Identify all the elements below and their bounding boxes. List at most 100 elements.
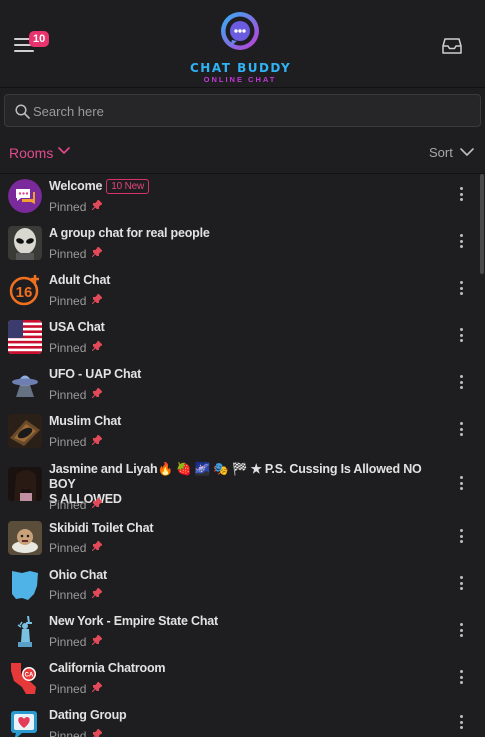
more-options-icon[interactable] <box>458 234 464 250</box>
toilet-avatar <box>8 521 42 555</box>
room-title: California Chatroom <box>49 661 166 675</box>
pinned-label: Pinned <box>49 341 87 355</box>
pinned-status: Pinned <box>49 200 103 214</box>
search-bar <box>4 94 481 127</box>
rooms-dropdown[interactable]: Rooms <box>9 145 53 161</box>
chevron-down-icon[interactable] <box>460 148 474 157</box>
room-title: Skibidi Toilet Chat <box>49 521 154 535</box>
california-map-icon: CA <box>8 661 42 695</box>
room-item[interactable]: CA California Chatroom Pinned <box>0 660 478 706</box>
heart-chat-icon <box>8 708 42 737</box>
pinned-status: Pinned <box>49 247 103 261</box>
pinned-label: Pinned <box>49 729 87 737</box>
room-item[interactable]: Skibidi Toilet Chat Pinned <box>0 519 478 565</box>
more-options-icon[interactable] <box>458 670 464 686</box>
ohio-map-icon <box>8 568 42 602</box>
room-title: A group chat for real people <box>49 226 210 240</box>
room-item[interactable]: New York - Empire State Chat Pinned <box>0 613 478 659</box>
sixteen-plus-icon: 16 <box>8 273 42 307</box>
pinned-label: Pinned <box>49 200 87 214</box>
notification-badge: 10 <box>29 31 50 47</box>
pinned-status: Pinned <box>49 294 103 308</box>
pin-icon <box>92 388 103 398</box>
search-input[interactable] <box>33 101 463 121</box>
sort-button[interactable]: Sort <box>429 145 453 160</box>
room-title: Ohio Chat <box>49 568 107 582</box>
pin-icon <box>92 635 103 645</box>
room-list: Welcome 10 New Pinned A group chat for re… <box>0 174 485 737</box>
pinned-label: Pinned <box>49 635 87 649</box>
more-options-icon[interactable] <box>458 422 464 438</box>
alien-face-avatar <box>8 226 42 260</box>
more-options-icon[interactable] <box>458 529 464 545</box>
chat-bubbles-icon <box>8 179 42 213</box>
pinned-status: Pinned <box>49 341 103 355</box>
pinned-label: Pinned <box>49 247 87 261</box>
room-item[interactable]: 16 Adult Chat Pinned <box>0 268 478 314</box>
pin-icon <box>92 682 103 692</box>
new-messages-badge: 10 New <box>106 179 149 194</box>
room-title: Jasmine and Liyah🔥 🍓 🌌 🎭 🏁 ★ P.S. Cussin… <box>49 462 422 491</box>
room-title: Muslim Chat <box>49 414 122 428</box>
pinned-status: Pinned <box>49 541 103 555</box>
prayer-mat-avatar <box>8 414 42 448</box>
app-header: 10 CHAT BUDDY ONLINE CHAT <box>0 0 485 88</box>
room-title: USA Chat <box>49 320 105 334</box>
inbox-icon[interactable] <box>442 37 462 55</box>
pinned-status: Pinned <box>49 635 103 649</box>
room-item[interactable]: USA Chat Pinned <box>0 315 478 361</box>
statue-of-liberty-icon <box>8 614 42 648</box>
pinned-status: Pinned <box>49 729 103 737</box>
pinned-label: Pinned <box>49 294 87 308</box>
pinned-label: Pinned <box>49 588 87 602</box>
app-logo: CHAT BUDDY ONLINE CHAT <box>190 10 290 84</box>
room-title: UFO - UAP Chat <box>49 367 142 381</box>
pin-icon <box>92 435 103 445</box>
room-title: Adult Chat <box>49 273 111 287</box>
svg-text:16: 16 <box>16 284 33 301</box>
room-item[interactable]: A group chat for real people Pinned <box>0 221 478 267</box>
pin-icon <box>92 341 103 351</box>
pinned-status: Pinned <box>49 435 103 449</box>
pinned-status: Pinned <box>49 498 103 512</box>
chevron-down-icon[interactable] <box>58 147 70 155</box>
room-item[interactable]: Dating Group Pinned <box>0 707 478 737</box>
logo-chat-icon <box>221 12 259 50</box>
pinned-status: Pinned <box>49 588 103 602</box>
pin-icon <box>92 294 103 304</box>
logo-title: CHAT BUDDY <box>190 61 292 75</box>
search-icon <box>15 104 30 119</box>
profile-photo-avatar <box>8 467 42 501</box>
more-options-icon[interactable] <box>458 715 464 731</box>
pin-icon <box>92 588 103 598</box>
room-item[interactable]: Ohio Chat Pinned <box>0 566 478 612</box>
room-name: Jasmine and Liyah🔥 🍓 🌌 🎭 🏁 ★ P.S. Cussin… <box>49 462 429 507</box>
pinned-label: Pinned <box>49 541 87 555</box>
room-item[interactable]: Welcome 10 New Pinned <box>0 174 478 220</box>
more-options-icon[interactable] <box>458 623 464 639</box>
room-item[interactable]: UFO - UAP Chat Pinned <box>0 362 478 408</box>
room-title: New York - Empire State Chat <box>49 614 218 628</box>
pinned-label: Pinned <box>49 388 87 402</box>
pin-icon <box>92 498 103 508</box>
more-options-icon[interactable] <box>458 576 464 592</box>
pinned-label: Pinned <box>49 682 87 696</box>
pin-icon <box>93 729 103 737</box>
more-options-icon[interactable] <box>458 476 464 492</box>
more-options-icon[interactable] <box>458 328 464 344</box>
more-options-icon[interactable] <box>458 281 464 297</box>
room-title: Dating Group <box>49 708 127 722</box>
rooms-toolbar: Rooms Sort <box>0 134 485 174</box>
pinned-label: Pinned <box>49 435 87 449</box>
pin-icon <box>92 247 103 257</box>
more-options-icon[interactable] <box>458 187 464 203</box>
us-flag-icon <box>8 320 42 354</box>
pinned-status: Pinned <box>49 682 103 696</box>
ufo-icon <box>8 367 42 401</box>
more-options-icon[interactable] <box>458 375 464 391</box>
room-name: Welcome 10 New <box>49 179 149 194</box>
pin-icon <box>92 200 103 210</box>
pinned-status: Pinned <box>49 388 103 402</box>
room-item[interactable]: Jasmine and Liyah🔥 🍓 🌌 🎭 🏁 ★ P.S. Cussin… <box>0 456 478 519</box>
room-item[interactable]: Muslim Chat Pinned <box>0 409 478 455</box>
